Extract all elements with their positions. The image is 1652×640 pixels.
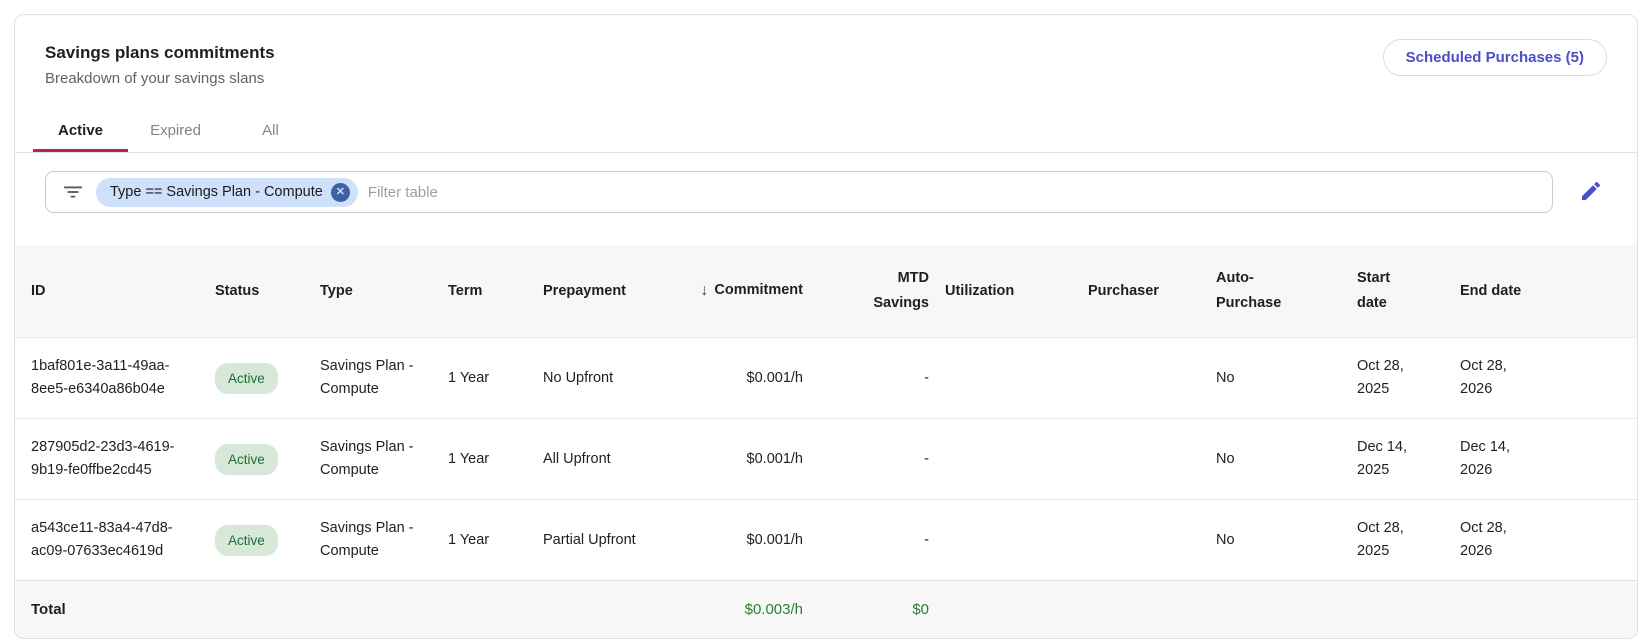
filter-row: Type == Savings Plan - Compute ✕ [15,153,1637,229]
cell-start-date: Oct 28, 2025 [1357,338,1460,419]
cell-utilization [945,419,1088,500]
page-title: Savings plans commitments [45,43,1607,63]
column-header-end-date[interactable]: End date [1460,245,1637,338]
cell-purchaser [1088,419,1216,500]
column-header-status[interactable]: Status [215,245,320,338]
total-mtd-savings: $0 [819,581,945,639]
filter-chip[interactable]: Type == Savings Plan - Compute ✕ [96,178,358,207]
cell-term: 1 Year [448,419,543,500]
cell-term: 1 Year [448,500,543,581]
table-row[interactable]: a543ce11-83a4-47d8-ac09-07633ec4619d Act… [15,500,1637,581]
filter-table-input[interactable] [368,184,1540,201]
table-row[interactable]: 1baf801e-3a11-49aa-8ee5-e6340a86b04e Act… [15,338,1637,419]
tab-expired[interactable]: Expired [128,111,223,152]
cell-mtd-savings: - [819,419,945,500]
cell-mtd-savings: - [819,500,945,581]
column-header-commitment-label: Commitment [714,278,803,303]
cell-status: Active [215,338,320,419]
cell-type: Savings Plan - Compute [320,419,448,500]
column-header-id[interactable]: ID [15,245,215,338]
cell-prepayment: All Upfront [543,419,689,500]
pencil-icon [1579,179,1603,206]
cell-type: Savings Plan - Compute [320,500,448,581]
status-badge: Active [215,363,278,394]
cell-purchaser [1088,338,1216,419]
cell-auto-purchase: No [1216,419,1357,500]
cell-start-date: Dec 14, 2025 [1357,419,1460,500]
table-row[interactable]: 287905d2-23d3-4619-9b19-fe0ffbe2cd45 Act… [15,419,1637,500]
column-header-purchaser[interactable]: Purchaser [1088,245,1216,338]
cell-utilization [945,338,1088,419]
cell-commitment: $0.001/h [689,419,819,500]
filter-box[interactable]: Type == Savings Plan - Compute ✕ [45,171,1553,213]
cell-utilization [945,500,1088,581]
cell-mtd-savings: - [819,338,945,419]
cell-status: Active [215,419,320,500]
cell-id: a543ce11-83a4-47d8-ac09-07633ec4619d [15,500,215,581]
scheduled-purchases-button[interactable]: Scheduled Purchases (5) [1383,39,1607,76]
column-header-auto-purchase[interactable]: Auto-Purchase [1216,245,1357,338]
cell-term: 1 Year [448,338,543,419]
cell-commitment: $0.001/h [689,500,819,581]
cell-commitment: $0.001/h [689,338,819,419]
cell-type: Savings Plan - Compute [320,338,448,419]
tab-active[interactable]: Active [33,111,128,152]
column-header-start-date[interactable]: Start date [1357,245,1460,338]
filter-chip-label: Type == Savings Plan - Compute [110,184,323,200]
column-header-commitment[interactable]: ↓ Commitment [689,245,819,338]
tab-all[interactable]: All [223,111,318,152]
savings-plans-table: ID Status Type Term Prepayment ↓ Commitm… [15,245,1637,638]
cell-auto-purchase: No [1216,338,1357,419]
chip-close-icon[interactable]: ✕ [331,183,350,202]
cell-prepayment: Partial Upfront [543,500,689,581]
total-label: Total [15,581,215,639]
cell-status: Active [215,500,320,581]
cell-start-date: Oct 28, 2025 [1357,500,1460,581]
table-header-row: ID Status Type Term Prepayment ↓ Commitm… [15,245,1637,338]
total-row: Total $0.003/h $0 [15,581,1637,639]
column-header-term[interactable]: Term [448,245,543,338]
cell-id: 287905d2-23d3-4619-9b19-fe0ffbe2cd45 [15,419,215,500]
cell-purchaser [1088,500,1216,581]
cell-id: 1baf801e-3a11-49aa-8ee5-e6340a86b04e [15,338,215,419]
status-badge: Active [215,444,278,475]
cell-end-date: Oct 28, 2026 [1460,338,1637,419]
column-header-type[interactable]: Type [320,245,448,338]
savings-plans-card: Savings plans commitments Breakdown of y… [14,14,1638,639]
sort-descending-icon[interactable]: ↓ [700,278,708,303]
tab-bar: Active Expired All [15,111,1637,153]
total-commitment: $0.003/h [689,581,819,639]
cell-prepayment: No Upfront [543,338,689,419]
edit-filter-button[interactable] [1579,179,1603,206]
status-badge: Active [215,525,278,556]
filter-list-icon [62,181,84,203]
card-header: Savings plans commitments Breakdown of y… [15,15,1637,87]
column-header-mtd-savings[interactable]: MTD Savings [819,245,945,338]
cell-auto-purchase: No [1216,500,1357,581]
cell-end-date: Oct 28, 2026 [1460,500,1637,581]
page-subtitle: Breakdown of your savings slans [45,70,1607,87]
column-header-utilization[interactable]: Utilization [945,245,1088,338]
cell-end-date: Dec 14, 2026 [1460,419,1637,500]
column-header-prepayment[interactable]: Prepayment [543,245,689,338]
